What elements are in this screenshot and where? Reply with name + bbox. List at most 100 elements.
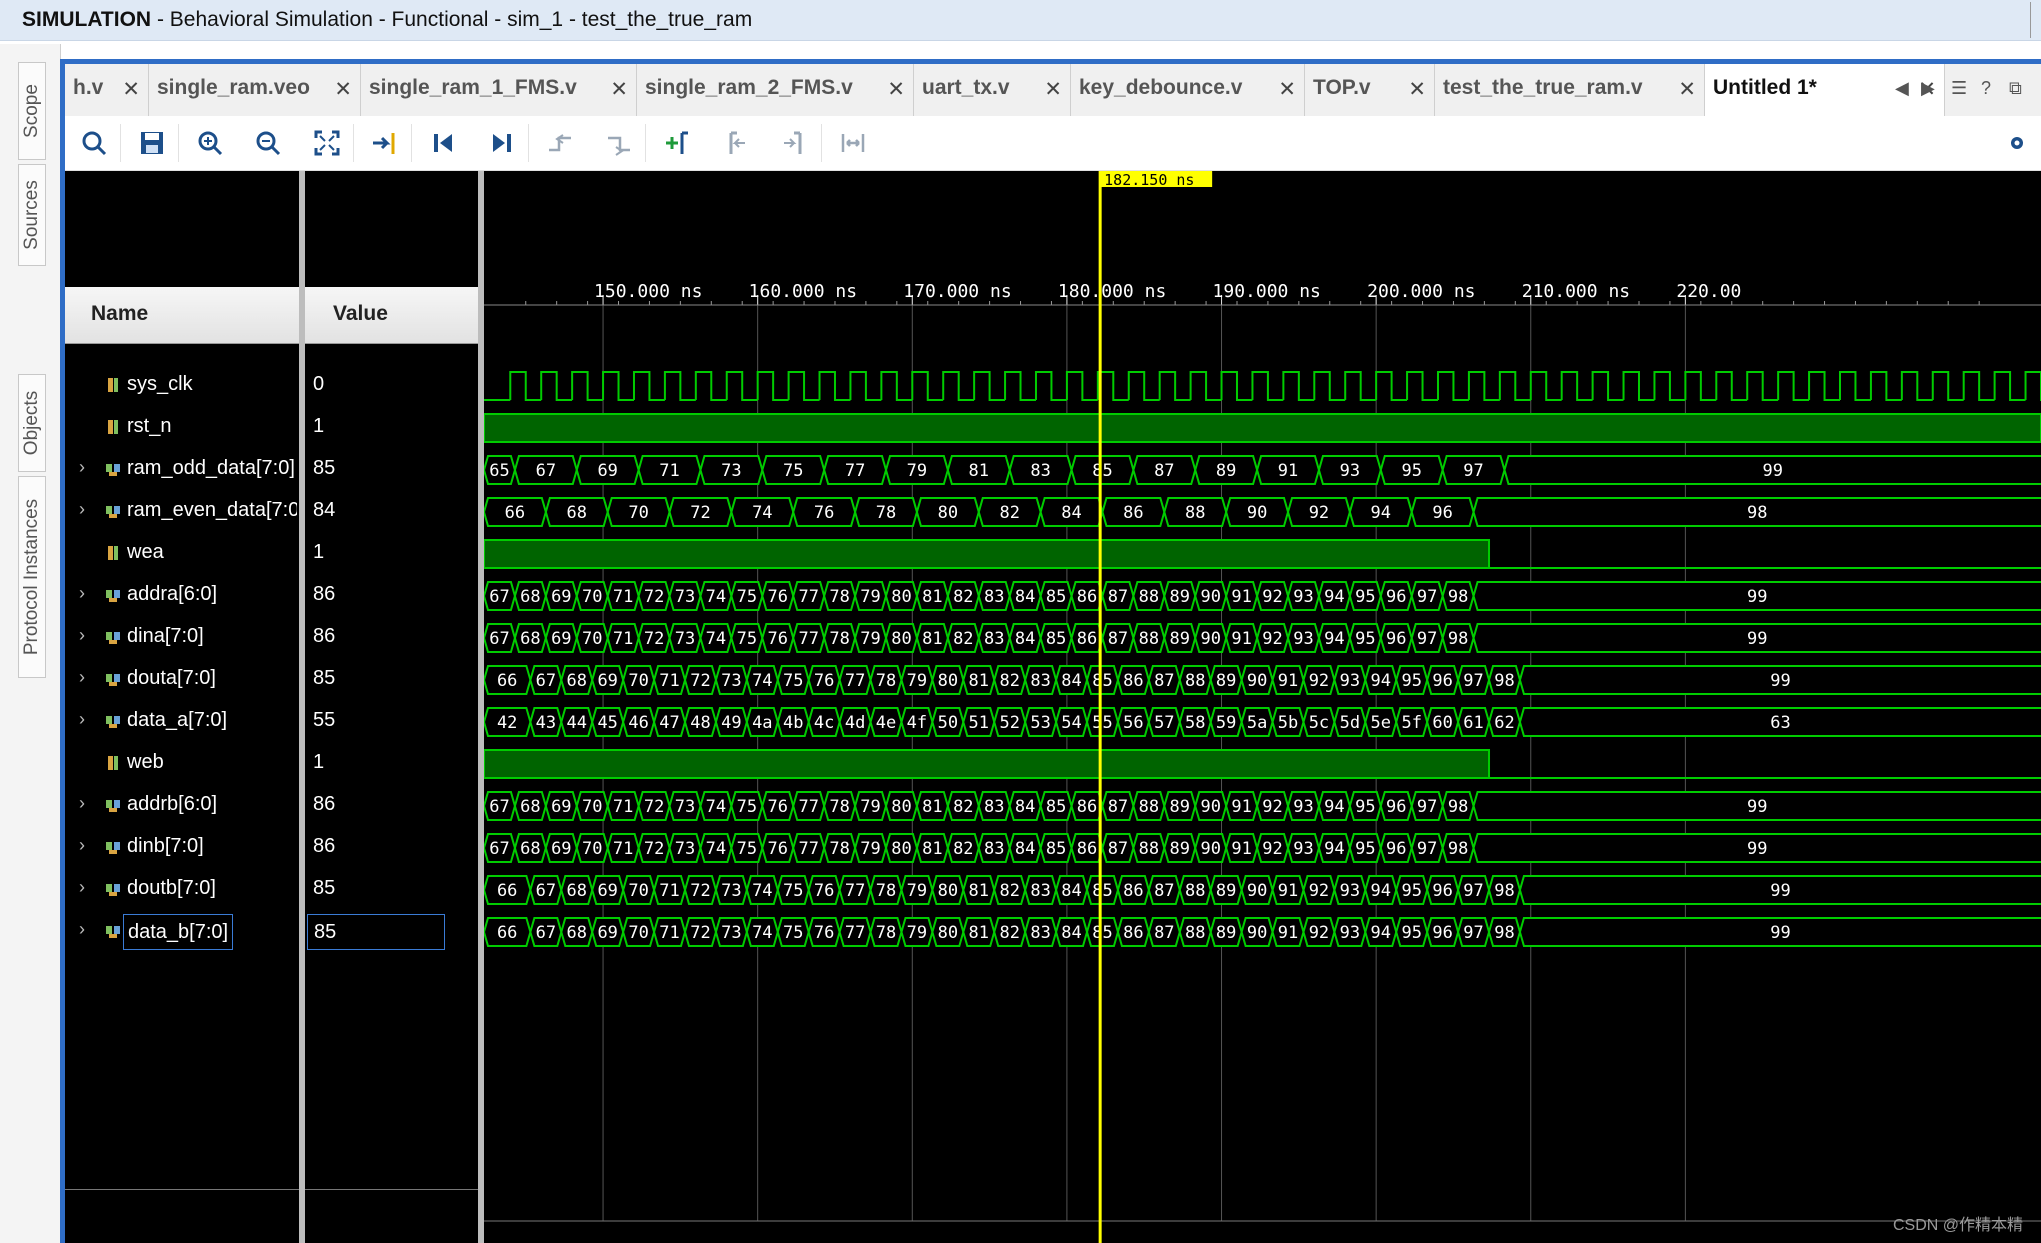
signal-row-name[interactable]: › data_a[7:0] bbox=[65, 702, 299, 740]
tab-single-ram-1-fms[interactable]: single_ram_1_FMS.v ✕ bbox=[361, 64, 637, 116]
search-icon[interactable] bbox=[77, 126, 111, 160]
expand-chevron-icon[interactable]: › bbox=[79, 793, 85, 814]
bus-value-label: 54 bbox=[1061, 713, 1081, 733]
previous-transition-icon[interactable] bbox=[543, 126, 577, 160]
bus-value-label: 70 bbox=[582, 629, 602, 649]
close-icon[interactable]: ✕ bbox=[1678, 77, 1696, 102]
go-to-cursor-icon[interactable] bbox=[368, 126, 402, 160]
bus-value-label: 95 bbox=[1355, 587, 1375, 607]
bus-value-label: 96 bbox=[1386, 629, 1406, 649]
bus-value-label: 86 bbox=[1077, 629, 1097, 649]
previous-marker-icon[interactable] bbox=[719, 126, 753, 160]
tab-untitled-1[interactable]: Untitled 1* ✕ bbox=[1705, 64, 1945, 116]
signal-row-value[interactable]: 85 bbox=[305, 450, 478, 488]
close-icon[interactable]: ✕ bbox=[887, 77, 905, 102]
name-column-header[interactable]: Name bbox=[65, 287, 299, 344]
signal-row-name[interactable]: rst_n bbox=[65, 408, 299, 446]
signal-row-name[interactable]: › dinb[7:0] bbox=[65, 828, 299, 866]
waveform-svg[interactable]: 150.000 ns 160.000 ns 170.000 ns 180.000 ns… bbox=[484, 171, 2041, 1243]
signal-row-value[interactable]: 1 bbox=[305, 408, 478, 446]
bit-icon bbox=[108, 546, 118, 560]
signal-row-name[interactable]: wea bbox=[65, 534, 299, 572]
zoom-fit-icon[interactable] bbox=[310, 126, 344, 160]
signal-row-name[interactable]: › ram_even_data[7:0] bbox=[65, 492, 299, 530]
next-marker-icon[interactable] bbox=[778, 126, 812, 160]
expand-chevron-icon[interactable]: › bbox=[79, 583, 85, 604]
expand-chevron-icon[interactable]: › bbox=[79, 499, 85, 520]
expand-chevron-icon[interactable]: › bbox=[79, 709, 85, 730]
toolbar-separator bbox=[821, 124, 822, 162]
signal-row-name[interactable]: sys_clk bbox=[65, 366, 299, 404]
signal-row-name[interactable]: › douta[7:0] bbox=[65, 660, 299, 698]
signal-row-value[interactable]: 86 bbox=[305, 576, 478, 614]
tab-test-the-true-ram[interactable]: test_the_true_ram.v ✕ bbox=[1435, 64, 1705, 116]
signal-row-name[interactable]: › addra[6:0] bbox=[65, 576, 299, 614]
add-marker-icon[interactable] bbox=[660, 126, 694, 160]
expand-chevron-icon[interactable]: › bbox=[79, 919, 85, 940]
signal-row-value[interactable]: 1 bbox=[305, 534, 478, 572]
close-icon[interactable]: ✕ bbox=[610, 77, 628, 102]
side-tab-objects[interactable]: Objects bbox=[18, 374, 46, 472]
bus-value-label: 77 bbox=[845, 881, 865, 901]
settings-gear-icon[interactable] bbox=[2000, 126, 2034, 160]
bus-value-label: 69 bbox=[551, 629, 571, 649]
signal-row-value[interactable]: 85 bbox=[305, 912, 478, 950]
signal-row-value[interactable]: 85 bbox=[305, 660, 478, 698]
zoom-in-icon[interactable] bbox=[193, 126, 227, 160]
signal-row-name[interactable]: › addrb[6:0] bbox=[65, 786, 299, 824]
tab-key-debounce[interactable]: key_debounce.v ✕ bbox=[1071, 64, 1305, 116]
bus-value-label: 5b bbox=[1278, 713, 1298, 733]
signal-row-value[interactable]: 86 bbox=[305, 618, 478, 656]
close-icon[interactable]: ✕ bbox=[122, 77, 140, 102]
signal-row-value[interactable]: 0 bbox=[305, 366, 478, 404]
signal-row-name[interactable]: web bbox=[65, 744, 299, 782]
close-icon[interactable]: ✕ bbox=[334, 77, 352, 102]
expand-chevron-icon[interactable]: › bbox=[79, 877, 85, 898]
tab-single-ram-veo[interactable]: single_ram.veo ✕ bbox=[149, 64, 361, 116]
signal-row-value[interactable]: 86 bbox=[305, 828, 478, 866]
signal-row-name[interactable]: › doutb[7:0] bbox=[65, 870, 299, 908]
scroll-tabs-right-icon[interactable]: ▶ bbox=[1921, 78, 1935, 99]
close-icon[interactable]: ✕ bbox=[1278, 77, 1296, 102]
side-tab-scope[interactable]: Scope bbox=[18, 62, 46, 160]
expand-chevron-icon[interactable]: › bbox=[79, 457, 85, 478]
restore-icon[interactable]: ⧉ bbox=[2009, 78, 2022, 99]
bus-value-label: 81 bbox=[922, 797, 942, 817]
help-icon[interactable]: ? bbox=[1981, 78, 1991, 99]
save-icon[interactable] bbox=[135, 126, 169, 160]
signal-row-value[interactable]: 86 bbox=[305, 786, 478, 824]
go-to-end-icon[interactable] bbox=[485, 126, 519, 160]
side-tab-sources[interactable]: Sources bbox=[18, 164, 46, 266]
scroll-tabs-left-icon[interactable]: ◀ bbox=[1895, 78, 1909, 99]
signal-value: 1 bbox=[313, 415, 325, 437]
bus-value-label: 90 bbox=[1247, 923, 1267, 943]
side-tab-protocol-instances[interactable]: Protocol Instances bbox=[18, 476, 46, 678]
go-to-start-icon[interactable] bbox=[426, 126, 460, 160]
value-column-header[interactable]: Value bbox=[305, 287, 478, 344]
signal-row-value[interactable]: 85 bbox=[305, 870, 478, 908]
close-icon[interactable]: ✕ bbox=[1044, 77, 1062, 102]
tab-list-icon[interactable]: ☰ bbox=[1951, 78, 1967, 99]
bus-value-label: 82 bbox=[999, 671, 1019, 691]
signal-row-name[interactable]: › dina[7:0] bbox=[65, 618, 299, 656]
waveform-canvas[interactable]: 150.000 ns 160.000 ns 170.000 ns 180.000 ns… bbox=[484, 171, 2041, 1243]
signal-row-value[interactable]: 84 bbox=[305, 492, 478, 530]
signal-row-value[interactable]: 1 bbox=[305, 744, 478, 782]
swap-cursors-icon[interactable] bbox=[836, 126, 870, 160]
signal-row-value[interactable]: 55 bbox=[305, 702, 478, 740]
tab-single-ram-2-fms[interactable]: single_ram_2_FMS.v ✕ bbox=[637, 64, 914, 116]
signal-value-column: Value 0 1 85 84 1 86 86 85 55 1 86 86 85 85 bbox=[305, 171, 478, 1243]
tab-top[interactable]: TOP.v ✕ bbox=[1305, 64, 1435, 116]
expand-chevron-icon[interactable]: › bbox=[79, 835, 85, 856]
tab-uart-tx[interactable]: uart_tx.v ✕ bbox=[914, 64, 1071, 116]
zoom-out-icon[interactable] bbox=[251, 126, 285, 160]
close-icon[interactable]: ✕ bbox=[1408, 77, 1426, 102]
next-transition-icon[interactable] bbox=[602, 126, 636, 160]
bus-value-label: 83 bbox=[984, 839, 1004, 859]
signal-row-name[interactable]: › ram_odd_data[7:0] bbox=[65, 450, 299, 488]
tab-partial[interactable]: h.v ✕ bbox=[65, 64, 149, 116]
expand-chevron-icon[interactable]: › bbox=[79, 667, 85, 688]
signal-row-name[interactable]: › data_b[7:0] bbox=[65, 912, 299, 950]
expand-chevron-icon[interactable]: › bbox=[79, 625, 85, 646]
bus-value-label: 93 bbox=[1293, 839, 1313, 859]
